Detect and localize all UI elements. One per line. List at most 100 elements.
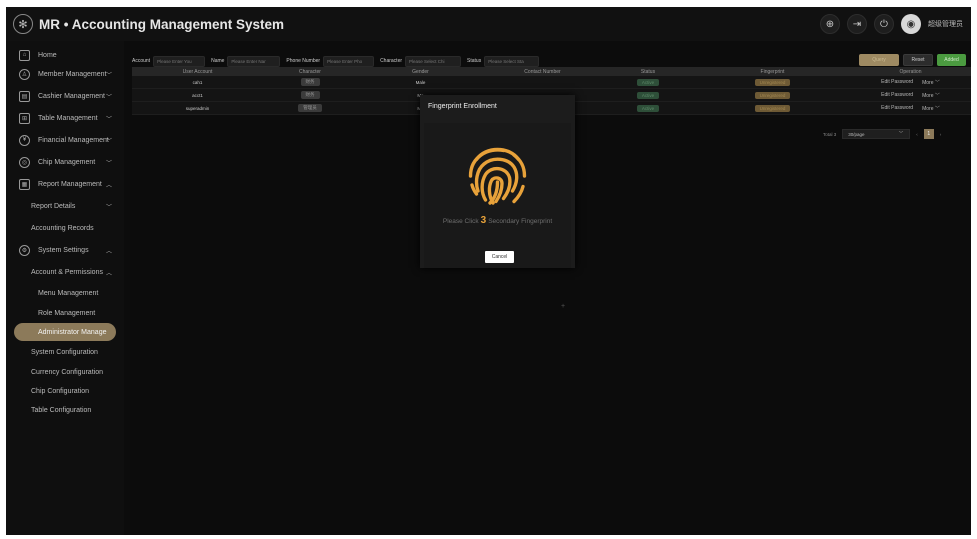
add-button[interactable]: Added [937, 54, 966, 66]
sidebar-item-label: System Settings [38, 246, 89, 254]
column-header: User Account [182, 68, 213, 75]
edit-password-link[interactable]: Edit Password [881, 92, 913, 99]
page-number[interactable]: 1 [923, 129, 934, 139]
app-window: ✻ MR • Accounting Management System ⊕ ⇥ … [6, 7, 971, 535]
dialog-title: Fingerprint Enrollment [428, 103, 497, 110]
sidebar-item-label: Table Management [38, 114, 98, 122]
more-label: More [922, 79, 934, 86]
cell-status: Active [601, 104, 695, 112]
sidebar-item-home[interactable]: ⌂ Home [6, 46, 124, 64]
logout-icon[interactable]: ⇥ [847, 14, 867, 34]
sidebar-item-administrator-manage[interactable]: Administrator Manage [14, 323, 116, 341]
fingerprint-icon [468, 147, 527, 205]
sidebar-item-label: Financial Management [38, 136, 109, 144]
fingerprint-badge[interactable]: Unregistered [754, 91, 791, 99]
more-dropdown[interactable]: More ﹀ [922, 79, 940, 86]
account-input[interactable]: Please Enter You [153, 55, 206, 67]
status-badge: Active [636, 78, 660, 86]
sidebar-item-report[interactable]: ▦ Report Management ︿ [6, 175, 124, 193]
sidebar-item-label: Account & Permissions [31, 268, 103, 276]
status-badge: Active [636, 104, 660, 112]
chevron-down-icon: ﹀ [105, 160, 112, 167]
sidebar-item-role-management[interactable]: Role Management [6, 304, 124, 322]
cell-role: 管理员 [263, 104, 357, 112]
chevron-up-icon: ︿ [105, 270, 112, 277]
sidebar-item-label: Report Details [31, 202, 76, 210]
chip-icon: ◎ [19, 156, 30, 168]
click-count: 3 [480, 215, 487, 226]
more-dropdown[interactable]: More ﹀ [922, 105, 940, 112]
chevron-down-icon: ﹀ [105, 94, 112, 101]
header-actions: ⊕ ⇥ ⏻ ◉ 超级管理员 [820, 14, 963, 34]
column-header: Contact Number [524, 68, 561, 75]
sidebar-item-chip-configuration[interactable]: Chip Configuration [6, 382, 124, 400]
fingerprint-badge[interactable]: Unregistered [754, 78, 791, 86]
cell-fingerprint: Unregistered [695, 104, 850, 112]
avatar[interactable]: ◉ [901, 14, 921, 34]
power-icon[interactable]: ⏻ [874, 14, 894, 34]
cell-status: Active [601, 78, 695, 86]
sidebar-item-accounting-records[interactable]: Accounting Records [6, 219, 124, 237]
next-page-icon[interactable]: › [940, 132, 942, 137]
role-tag: 财务 [300, 78, 320, 86]
app-title: MR • Accounting Management System [39, 16, 285, 32]
sidebar-item-label: Accounting Records [31, 224, 94, 232]
sidebar-item-system-settings[interactable]: ⚙ System Settings ︿ [6, 241, 124, 259]
cell-operation: Edit Password More ﹀ [850, 79, 971, 86]
globe-icon[interactable]: ⊕ [820, 14, 840, 34]
sidebar-item-chip[interactable]: ◎ Chip Management ﹀ [6, 153, 124, 171]
table-icon: ⊞ [19, 112, 30, 124]
top-header: ✻ MR • Accounting Management System ⊕ ⇥ … [6, 7, 971, 41]
chevron-down-icon: ﹀ [105, 204, 112, 211]
name-input[interactable]: Please Enter Nar [227, 55, 281, 67]
plus-icon: + [561, 303, 566, 310]
phone-label: Phone Number [286, 58, 321, 64]
query-button[interactable]: Query [859, 54, 899, 66]
cell-account: superadmin [185, 105, 210, 111]
cell-account: cah1 [192, 79, 203, 85]
sidebar-item-label: Currency Configuration [31, 368, 103, 376]
chevron-down-icon: ﹀ [898, 131, 904, 136]
users-icon: ♙ [19, 68, 30, 80]
role-tag: 财务 [300, 91, 320, 99]
dialog-body: Please Click 3 Secondary Fingerprint Cance… [424, 123, 571, 268]
sidebar-item-system-configuration[interactable]: System Configuration [6, 343, 124, 361]
username[interactable]: 超级管理员 [928, 19, 963, 29]
message-suffix: Secondary Fingerprint [488, 218, 553, 225]
sidebar-item-label: Home [38, 51, 57, 59]
chevron-up-icon: ︿ [105, 248, 112, 255]
dialog-message: Please Click 3 Secondary Fingerprint [424, 215, 571, 226]
cell-fingerprint: Unregistered [695, 91, 850, 99]
reset-button[interactable]: Reset [903, 54, 933, 66]
cell-account: acct1 [192, 92, 203, 98]
edit-password-link[interactable]: Edit Password [881, 79, 913, 86]
sidebar-item-menu-management[interactable]: Menu Management [6, 284, 124, 302]
chevron-down-icon: ﹀ [105, 138, 112, 145]
sidebar-item-label: Member Management [38, 70, 107, 78]
status-select[interactable]: Please Select Sta [484, 55, 540, 67]
phone-input[interactable]: Please Enter Pho [323, 55, 375, 67]
sidebar-item-account-permissions[interactable]: Account & Permissions ︿ [6, 263, 124, 281]
prev-page-icon[interactable]: ‹ [916, 132, 918, 137]
column-header: Fingerprint [760, 68, 785, 75]
sidebar-item-table[interactable]: ⊞ Table Management ﹀ [6, 109, 124, 127]
sidebar-item-member[interactable]: ♙ Member Management ﹀ [6, 65, 124, 83]
page-size-value: 30/page [848, 131, 865, 137]
sidebar-item-label: Table Configuration [31, 406, 92, 414]
cancel-button[interactable]: Cancel [485, 251, 514, 263]
cell-operation: Edit Password More ﹀ [850, 92, 971, 99]
cell-status: Active [601, 91, 695, 99]
more-dropdown[interactable]: More ﹀ [922, 92, 940, 99]
character-select[interactable]: Please Select Chi [405, 55, 462, 67]
fingerprint-badge[interactable]: Unregistered [754, 104, 791, 112]
edit-password-link[interactable]: Edit Password [881, 105, 913, 112]
page-size-select[interactable]: 30/page ﹀ [842, 129, 911, 139]
sidebar-item-report-details[interactable]: Report Details ﹀ [6, 197, 124, 215]
cell-role: 财务 [263, 91, 357, 99]
filter-buttons: Query Reset Added [859, 54, 966, 66]
sidebar-item-currency-configuration[interactable]: Currency Configuration [6, 363, 124, 381]
sidebar-item-financial[interactable]: ¥ Financial Management ﹀ [6, 131, 124, 149]
sidebar-item-cashier[interactable]: ▤ Cashier Management ﹀ [6, 87, 124, 105]
filter-bar: Account Please Enter You Name Please Ent… [132, 55, 545, 67]
sidebar-item-table-configuration[interactable]: Table Configuration [6, 401, 124, 419]
